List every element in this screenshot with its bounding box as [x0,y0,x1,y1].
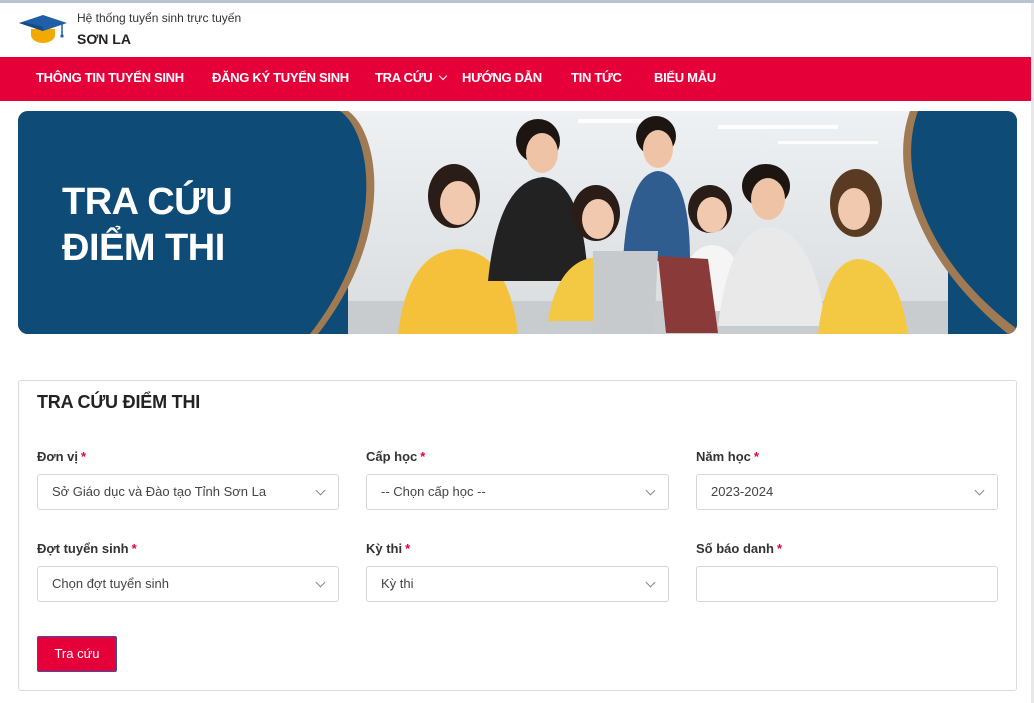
dot-tuyen-sinh-label-text: Đợt tuyển sinh [37,541,129,556]
nav-item-tra-cuu[interactable]: TRA CỨU [375,57,448,101]
hero-title-line1: TRA CỨU [62,181,233,223]
nav-item-thong-tin-tuyen-sinh[interactable]: THÔNG TIN TUYỂN SINH [36,57,184,101]
don-vi-value: Sở Giáo dục và Đào tạo Tỉnh Sơn La [52,484,267,499]
lookup-form-card: TRA CỨU ĐIỂM THI Đơn vị * Sở Giáo dục và … [18,380,1017,691]
required-mark: * [405,541,411,556]
cap-hoc-select[interactable]: -- Chọn cấp học -- [366,474,669,510]
chevron-down-icon [974,485,985,496]
cap-hoc-value: -- Chọn cấp học -- [381,484,486,499]
nav-item-huong-dan[interactable]: HƯỚNG DẪN [462,57,542,101]
nav-item-tin-tuc[interactable]: TIN TỨC [571,57,622,101]
cap-hoc-label-text: Cấp học [366,449,418,464]
dot-tuyen-sinh-value: Chọn đợt tuyển sinh [52,576,169,591]
ky-thi-label: Kỳ thi * [366,541,410,556]
don-vi-label: Đơn vị * [37,449,86,464]
nam-hoc-value: 2023-2024 [711,484,774,499]
hero-banner: TRA CỨU ĐIỂM THI [18,111,1017,334]
required-mark: * [420,449,426,464]
site-subtitle: Hệ thống tuyển sinh trực tuyến [77,11,242,25]
ky-thi-select[interactable]: Kỳ thi [366,566,669,602]
site-title[interactable]: SƠN LA [77,31,131,47]
main-nav: THÔNG TIN TUYỂN SINH ĐĂNG KÝ TUYỂN SINH … [0,57,1034,101]
hero-title: TRA CỨU ĐIỂM THI [62,179,233,271]
don-vi-select[interactable]: Sở Giáo dục và Đào tạo Tỉnh Sơn La [37,474,339,510]
nav-item-bieu-mau[interactable]: BIỂU MẪU [654,57,716,101]
chevron-down-icon [645,485,656,496]
required-mark: * [81,449,87,464]
nav-item-label: TRA CỨU [375,70,433,85]
form-title: TRA CỨU ĐIỂM THI [37,392,201,412]
don-vi-label-text: Đơn vị [37,449,79,464]
so-bao-danh-label: Số báo danh * [696,541,782,556]
site-header: Hệ thống tuyển sinh trực tuyến SƠN LA [0,3,1034,57]
nam-hoc-select[interactable]: 2023-2024 [696,474,998,510]
chevron-down-icon [439,71,448,81]
chevron-down-icon [315,485,326,496]
required-mark: * [131,541,137,556]
nav-item-dang-ky-tuyen-sinh[interactable]: ĐĂNG KÝ TUYỂN SINH [212,57,349,101]
so-bao-danh-label-text: Số báo danh [696,541,774,556]
chevron-down-icon [315,577,326,588]
so-bao-danh-input[interactable] [696,566,998,602]
cap-hoc-label: Cấp học * [366,449,425,464]
tra-cuu-button[interactable]: Tra cứu [37,636,117,672]
nam-hoc-label-text: Năm học [696,449,751,464]
chevron-down-icon [645,577,656,588]
dot-tuyen-sinh-select[interactable]: Chọn đợt tuyển sinh [37,566,339,602]
nam-hoc-label: Năm học * [696,449,759,464]
dot-tuyen-sinh-label: Đợt tuyển sinh * [37,541,137,556]
ky-thi-value: Kỳ thi [381,576,414,591]
hero-title-line2: ĐIỂM THI [62,227,225,269]
graduation-cap-logo-icon[interactable] [18,13,68,47]
required-mark: * [753,449,759,464]
required-mark: * [777,541,783,556]
ky-thi-label-text: Kỳ thi [366,541,403,556]
